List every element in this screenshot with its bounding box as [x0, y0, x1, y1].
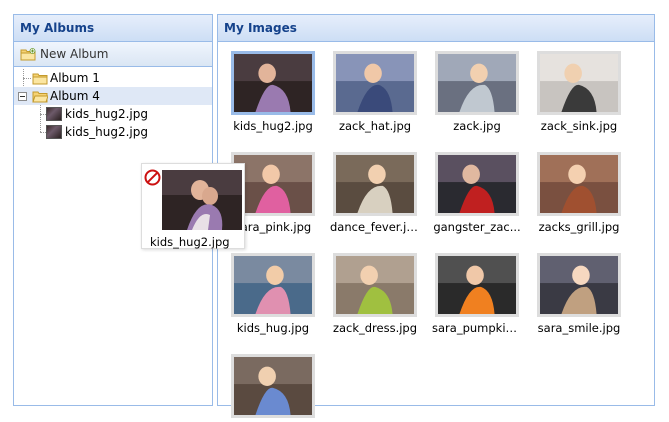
image-thumbnail[interactable] [231, 51, 315, 115]
image-thumbnail[interactable] [537, 152, 621, 216]
image-label: zack_dress.jpg [332, 321, 418, 335]
image-thumbnail[interactable] [333, 152, 417, 216]
image-thumbnail[interactable] [435, 51, 519, 115]
image-label: gangster_zac... [433, 220, 521, 234]
image-thumbnail[interactable] [435, 152, 519, 216]
image-label: zack_hat.jpg [338, 119, 412, 133]
image-tile[interactable]: kids_hug.jpg [228, 253, 318, 335]
images-panel-title: My Images [218, 15, 654, 42]
image-tile[interactable]: gangster_zac... [432, 152, 522, 234]
tree-item-label: kids_hug2.jpg [65, 107, 148, 121]
image-thumbnail-icon [46, 107, 62, 121]
folder-open-icon [32, 90, 48, 103]
tree-item-image[interactable]: kids_hug2.jpg [14, 105, 212, 123]
drag-proxy: kids_hug2.jpg [141, 163, 245, 249]
drag-proxy-label: kids_hug2.jpg [150, 235, 230, 249]
image-label: kids_hug2.jpg [233, 119, 313, 133]
image-thumbnail-icon [46, 125, 62, 139]
tree-item-label: Album 4 [50, 89, 100, 103]
image-thumbnail[interactable] [435, 253, 519, 317]
tree-item-album-4[interactable]: Album 4 [14, 87, 212, 105]
image-label: zacks_grill.jpg [538, 220, 620, 234]
image-tile[interactable]: kids_hug2.jpg [228, 51, 318, 133]
drag-proxy-thumbnail [162, 170, 242, 230]
image-tile[interactable]: dance_fever.jpg [330, 152, 420, 234]
image-label: kids_hug.jpg [236, 321, 310, 335]
image-tile[interactable]: zack_dress.jpg [330, 253, 420, 335]
image-tile[interactable]: sara_smile.jpg [534, 253, 624, 335]
image-thumbnail[interactable] [537, 253, 621, 317]
album-tree: Album 1 Album 4 kids_hug2.jpg kids_hug2.… [14, 67, 212, 141]
image-label: sara_smile.jpg [537, 321, 621, 335]
new-album-label: New Album [40, 47, 109, 61]
image-tile[interactable]: zack_sink.jpg [534, 51, 624, 133]
image-tile[interactable]: zack.jpg [432, 51, 522, 133]
image-tile[interactable]: sara_pumpkin... [432, 253, 522, 335]
image-thumbnail[interactable] [231, 253, 315, 317]
image-tile[interactable] [228, 354, 318, 422]
new-album-button[interactable]: New Album [14, 42, 212, 67]
image-label: sara_pumpkin... [432, 321, 522, 335]
image-thumbnail[interactable] [231, 354, 315, 418]
folder-add-icon [20, 47, 36, 61]
tree-item-image[interactable]: kids_hug2.jpg [14, 123, 212, 141]
image-tile[interactable]: zack_hat.jpg [330, 51, 420, 133]
folder-icon [32, 72, 48, 85]
tree-item-album-1[interactable]: Album 1 [14, 69, 212, 87]
no-drop-icon [144, 169, 161, 186]
albums-panel-title: My Albums [14, 15, 212, 42]
tree-item-label: Album 1 [50, 71, 100, 85]
image-tile[interactable]: zacks_grill.jpg [534, 152, 624, 234]
image-thumbnail[interactable] [333, 253, 417, 317]
image-thumbnail[interactable] [537, 51, 621, 115]
image-label: dance_fever.jpg [330, 220, 420, 234]
tree-item-label: kids_hug2.jpg [65, 125, 148, 139]
image-label: zack_sink.jpg [540, 119, 618, 133]
images-panel: My Images kids_hug2.jpg zack_hat.jpg zack.… [217, 14, 655, 418]
collapse-icon[interactable] [18, 91, 27, 101]
image-label: zack.jpg [453, 119, 501, 133]
image-thumbnail[interactable] [333, 51, 417, 115]
